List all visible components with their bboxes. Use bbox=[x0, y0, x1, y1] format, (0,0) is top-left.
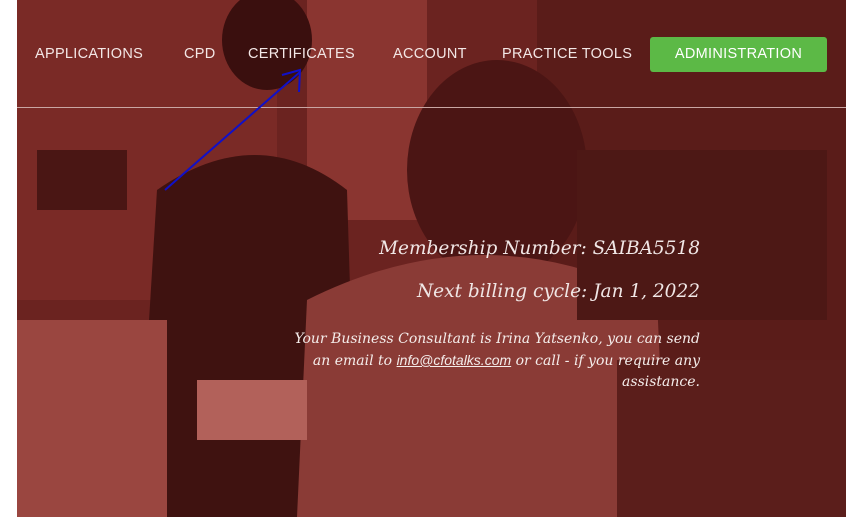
nav-divider bbox=[17, 107, 846, 108]
nav-cpd[interactable]: CPD bbox=[184, 46, 216, 62]
nav-practice-tools[interactable]: PRACTICE TOOLS bbox=[502, 46, 632, 62]
hero-section: APPLICATIONS CPD CERTIFICATES ACCOUNT PR… bbox=[17, 0, 846, 517]
top-navigation: APPLICATIONS CPD CERTIFICATES ACCOUNT PR… bbox=[17, 0, 846, 108]
nav-applications[interactable]: APPLICATIONS bbox=[35, 46, 143, 62]
membership-number: Membership Number: SAIBA5518 bbox=[379, 238, 700, 259]
next-billing-cycle: Next billing cycle: Jan 1, 2022 bbox=[416, 281, 700, 302]
consultant-text-suffix: or call - if you require any assistance. bbox=[511, 353, 700, 390]
nav-certificates[interactable]: CERTIFICATES bbox=[248, 46, 355, 62]
consultant-message: Your Business Consultant is Irina Yatsen… bbox=[280, 329, 700, 393]
administration-button[interactable]: ADMINISTRATION bbox=[650, 37, 827, 72]
nav-account[interactable]: ACCOUNT bbox=[393, 46, 467, 62]
email-link[interactable]: info@cfotalks.com bbox=[397, 352, 512, 368]
